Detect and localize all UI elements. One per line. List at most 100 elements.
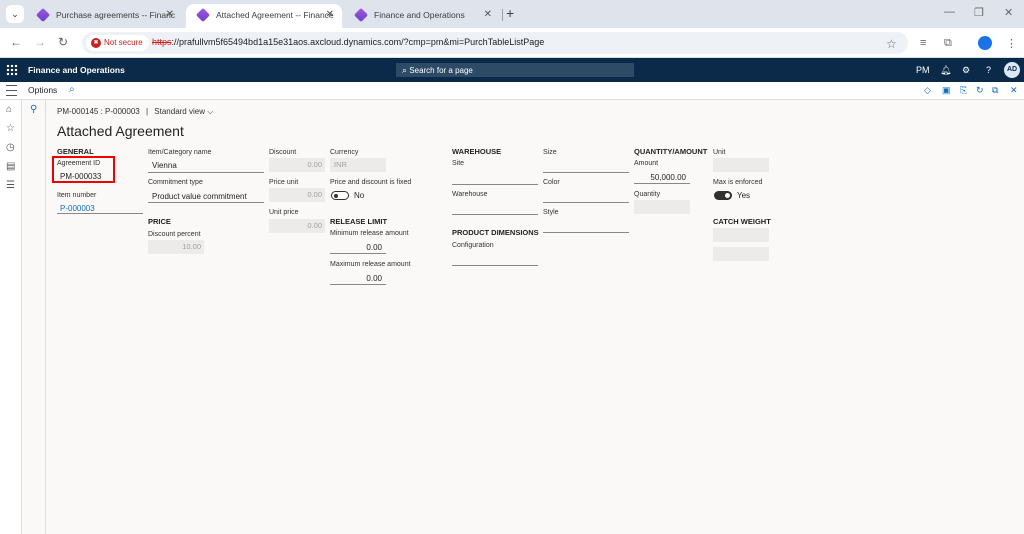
action-search-icon[interactable]: ⌕: [69, 84, 75, 95]
browser-tabstrip: ⌄ Purchase agreements -- Financ ✕ Attach…: [0, 0, 1024, 28]
dynamics-icon: [35, 7, 51, 23]
currency-field: INR: [330, 158, 386, 172]
color-field[interactable]: [543, 202, 629, 203]
section-quantity-amount: QUANTITY/AMOUNT: [634, 147, 708, 156]
configuration-field[interactable]: [452, 265, 538, 266]
close-tab-icon[interactable]: ✕: [484, 4, 492, 26]
section-warehouse: WAREHOUSE: [452, 147, 502, 156]
settings-gear-icon[interactable]: ⚙: [962, 65, 970, 76]
price-fixed-label: Price and discount is fixed: [330, 179, 412, 186]
refresh-icon[interactable]: ↻: [976, 85, 984, 96]
help-icon[interactable]: ?: [986, 65, 991, 75]
forward-icon[interactable]: →: [34, 35, 46, 49]
back-icon[interactable]: ←: [10, 35, 22, 49]
open-new-window-icon[interactable]: ⧉: [992, 85, 998, 96]
max-enforced-toggle[interactable]: [714, 191, 732, 200]
browser-menu-icon[interactable]: ⋮: [1006, 37, 1017, 50]
discount-field: 0.00: [269, 158, 325, 172]
media-icon[interactable]: ≡: [920, 37, 926, 49]
commitment-type-label: Commitment type: [148, 179, 203, 186]
home-icon[interactable]: ⌂: [6, 104, 12, 115]
warehouse-label: Warehouse: [452, 191, 488, 198]
options-tab[interactable]: Options: [28, 85, 57, 95]
section-price: PRICE: [148, 217, 171, 226]
close-tab-icon[interactable]: ✕: [166, 4, 174, 26]
item-category-field[interactable]: Vienna: [152, 161, 177, 170]
attachments-icon[interactable]: ⎘: [960, 85, 967, 96]
extensions-icon[interactable]: ⧉: [944, 37, 952, 50]
browser-tab-purchase-agreements[interactable]: Purchase agreements -- Financ ✕: [26, 4, 182, 28]
view-selector[interactable]: Standard view: [154, 107, 205, 116]
price-unit-field: 0.00: [269, 188, 325, 202]
warehouse-field[interactable]: [452, 214, 538, 215]
price-fixed-toggle[interactable]: [331, 191, 349, 200]
section-release-limit: RELEASE LIMIT: [330, 217, 388, 226]
workspaces-icon[interactable]: ▤: [6, 161, 15, 172]
url-text[interactable]: https://prafullvm5f65494bd1a15e31aos.axc…: [152, 37, 544, 47]
price-unit-label: Price unit: [269, 179, 299, 186]
chevron-down-icon[interactable]: ⌵: [207, 107, 213, 116]
new-tab-icon[interactable]: +: [506, 5, 514, 21]
restore-icon[interactable]: ❐: [974, 6, 984, 19]
bookmark-star-icon[interactable]: ☆: [886, 37, 897, 51]
browser-toolbar: ← → ↻ Not secure https://prafullvm5f6549…: [0, 28, 1024, 58]
search-placeholder: Search for a page: [409, 66, 473, 75]
tab-title: Purchase agreements -- Financ: [56, 10, 176, 20]
filter-icon[interactable]: ⚲: [30, 104, 37, 115]
app-header: Finance and Operations ⌕ Search for a pa…: [0, 58, 1024, 82]
item-category-label: Item/Category name: [148, 149, 212, 156]
favorites-star-icon[interactable]: ☆: [6, 123, 15, 134]
recent-clock-icon[interactable]: ◷: [6, 142, 15, 153]
max-enforced-label: Max is enforced: [713, 179, 763, 186]
user-avatar[interactable]: AD: [1004, 62, 1020, 78]
close-page-icon[interactable]: ✕: [1010, 85, 1018, 96]
not-secure-badge[interactable]: Not secure: [86, 35, 149, 51]
color-label: Color: [543, 179, 560, 186]
action-pane: Options ⌕ ◇ ▣ ⎘ ↻ ⧉ ✕: [0, 82, 1024, 100]
max-release-label: Maximum release amount: [330, 261, 411, 268]
office-icon[interactable]: ▣: [942, 85, 951, 96]
modules-list-icon[interactable]: ☰: [6, 180, 15, 191]
app-launcher-icon[interactable]: [6, 64, 18, 76]
reload-icon[interactable]: ↻: [58, 35, 68, 49]
profile-avatar-icon[interactable]: [978, 36, 992, 50]
discount-percent-label: Discount percent: [148, 231, 201, 238]
item-number-link[interactable]: P-000003: [60, 204, 95, 213]
address-bar[interactable]: Not secure https://prafullvm5f65494bd1a1…: [82, 32, 908, 54]
minimize-icon[interactable]: —: [944, 6, 955, 18]
power-apps-icon[interactable]: ◇: [924, 85, 931, 96]
catch-weight-field-2: [713, 247, 769, 261]
site-label: Site: [452, 160, 465, 167]
tab-separator: [502, 9, 503, 21]
min-release-field[interactable]: 0.00: [330, 243, 382, 252]
max-release-field[interactable]: 0.00: [330, 274, 382, 283]
unit-price-label: Unit price: [269, 209, 299, 216]
max-enforced-value: Yes: [737, 191, 751, 200]
navigation-rail: ⌂ ☆ ◷ ▤ ☰: [0, 100, 22, 534]
pane-divider: [45, 100, 46, 534]
close-tab-icon[interactable]: ✕: [326, 4, 334, 26]
close-window-icon[interactable]: ✕: [1004, 6, 1013, 19]
company-picker[interactable]: PM: [916, 65, 930, 75]
app-name[interactable]: Finance and Operations: [28, 65, 125, 75]
commitment-type-field[interactable]: Product value commitment: [152, 192, 247, 201]
price-fixed-value: No: [354, 191, 365, 200]
field-underline: [148, 202, 264, 203]
tab-search-icon[interactable]: ⌄: [6, 5, 24, 23]
browser-tab-attached-agreement[interactable]: Attached Agreement -- Finance ✕: [186, 4, 342, 28]
section-general: GENERAL: [57, 147, 94, 156]
field-underline: [330, 253, 386, 254]
site-field[interactable]: [452, 184, 538, 185]
hamburger-menu-icon[interactable]: [6, 85, 17, 96]
section-catch-weight: CATCH WEIGHT: [713, 217, 771, 226]
dynamics-icon: [195, 7, 211, 23]
size-field[interactable]: [543, 172, 629, 173]
page-title: Attached Agreement: [57, 123, 184, 139]
amount-field[interactable]: 50,000.00: [634, 173, 686, 182]
page-search-box[interactable]: ⌕ Search for a page: [396, 63, 634, 77]
agreement-id-field[interactable]: PM-000033: [60, 172, 101, 181]
style-field[interactable]: [543, 232, 629, 233]
browser-tab-finance-operations[interactable]: Finance and Operations ✕: [344, 4, 500, 28]
notifications-icon[interactable]: 🔔︎: [940, 65, 951, 76]
agreement-id-label: Agreement ID: [57, 160, 101, 167]
